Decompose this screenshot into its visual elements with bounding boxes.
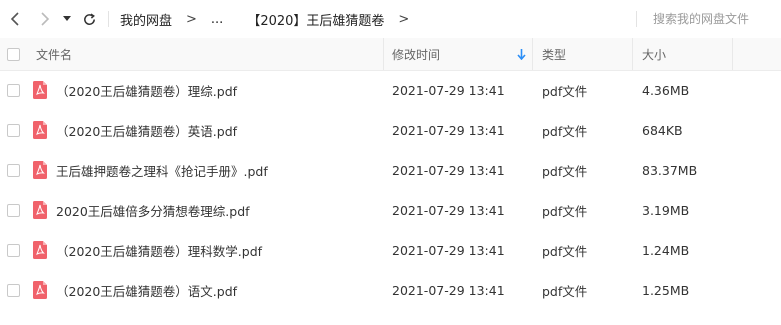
caret-down-icon: [63, 16, 71, 21]
row-checkbox[interactable]: [7, 204, 20, 217]
pdf-file-icon: [33, 81, 47, 99]
file-name[interactable]: 2020王后雄倍多分猜想卷理综.pdf: [56, 190, 250, 230]
row-checkbox[interactable]: [7, 164, 20, 177]
forward-button[interactable]: [35, 9, 55, 29]
file-type: pdf文件: [542, 123, 588, 139]
pdf-file-icon: [33, 201, 47, 219]
pdf-file-icon: [33, 241, 47, 259]
file-type: pdf文件: [542, 283, 588, 299]
file-name[interactable]: （2020王后雄猜题卷）理科数学.pdf: [56, 230, 262, 270]
breadcrumb-ellipsis[interactable]: ...: [211, 12, 223, 27]
breadcrumb-root[interactable]: 我的网盘: [120, 10, 172, 29]
sort-desc-arrow-icon[interactable]: [517, 49, 526, 60]
file-size: 83.37MB: [642, 162, 698, 178]
file-type: pdf文件: [542, 243, 588, 259]
breadcrumb-separator: >: [186, 11, 197, 27]
file-modified-time: 2021-07-29 13:41: [392, 122, 505, 138]
file-list-header: 文件名 修改时间 类型 大小: [0, 38, 781, 71]
file-name[interactable]: （2020王后雄猜题卷）语文.pdf: [56, 270, 237, 310]
file-size: 1.25MB: [642, 282, 690, 298]
file-size: 4.36MB: [642, 82, 690, 98]
row-checkbox[interactable]: [7, 84, 20, 97]
chevron-left-icon: [10, 12, 19, 26]
toolbar-divider: [108, 11, 109, 27]
file-row[interactable]: 2020王后雄倍多分猜想卷理综.pdf 2021-07-29 13:41 pdf…: [0, 190, 781, 230]
select-all-checkbox[interactable]: [7, 48, 20, 61]
file-row[interactable]: （2020王后雄猜题卷）语文.pdf 2021-07-29 13:41 pdf文…: [0, 270, 781, 310]
file-modified-time: 2021-07-29 13:41: [392, 82, 505, 98]
file-modified-time: 2021-07-29 13:41: [392, 242, 505, 258]
file-name[interactable]: 王后雄押题卷之理科《抢记手册》.pdf: [56, 150, 268, 190]
breadcrumb: 我的网盘 > ... 【2020】王后雄猜题卷 >: [120, 0, 423, 38]
file-type: pdf文件: [542, 163, 588, 179]
column-header-modified[interactable]: 修改时间: [392, 38, 440, 70]
toolbar: 我的网盘 > ... 【2020】王后雄猜题卷 >: [0, 0, 781, 38]
file-type: pdf文件: [542, 203, 588, 219]
file-type: pdf文件: [542, 83, 588, 99]
file-row[interactable]: （2020王后雄猜题卷）英语.pdf 2021-07-29 13:41 pdf文…: [0, 110, 781, 150]
breadcrumb-separator: >: [398, 11, 410, 27]
file-row[interactable]: （2020王后雄猜题卷）理综.pdf 2021-07-29 13:41 pdf文…: [0, 70, 781, 110]
file-name[interactable]: （2020王后雄猜题卷）理综.pdf: [56, 70, 237, 110]
column-divider: [632, 38, 633, 70]
refresh-button[interactable]: [79, 9, 99, 29]
row-checkbox[interactable]: [7, 284, 20, 297]
column-header-size[interactable]: 大小: [642, 38, 666, 70]
file-name[interactable]: （2020王后雄猜题卷）英语.pdf: [56, 110, 237, 150]
file-row[interactable]: 王后雄押题卷之理科《抢记手册》.pdf 2021-07-29 13:41 pdf…: [0, 150, 781, 190]
column-divider: [732, 38, 733, 70]
refresh-icon: [83, 12, 95, 25]
history-dropdown-button[interactable]: [60, 9, 74, 29]
file-size: 1.24MB: [642, 242, 690, 258]
column-divider: [532, 38, 533, 70]
file-size: 684KB: [642, 122, 683, 138]
pdf-file-icon: [33, 281, 47, 299]
file-modified-time: 2021-07-29 13:41: [392, 282, 505, 298]
chevron-right-icon: [41, 12, 50, 26]
column-header-name[interactable]: 文件名: [36, 38, 72, 70]
file-modified-time: 2021-07-29 13:41: [392, 202, 505, 218]
back-button[interactable]: [5, 9, 25, 29]
breadcrumb-current-folder[interactable]: 【2020】王后雄猜题卷: [247, 10, 384, 29]
row-checkbox[interactable]: [7, 244, 20, 257]
column-header-type[interactable]: 类型: [542, 38, 566, 70]
pdf-file-icon: [33, 161, 47, 179]
file-modified-time: 2021-07-29 13:41: [392, 162, 505, 178]
file-row[interactable]: （2020王后雄猜题卷）理科数学.pdf 2021-07-29 13:41 pd…: [0, 230, 781, 270]
file-size: 3.19MB: [642, 202, 690, 218]
search-input[interactable]: [645, 10, 781, 28]
pdf-file-icon: [33, 121, 47, 139]
row-checkbox[interactable]: [7, 124, 20, 137]
search-divider: [636, 11, 637, 27]
column-divider: [383, 38, 384, 70]
